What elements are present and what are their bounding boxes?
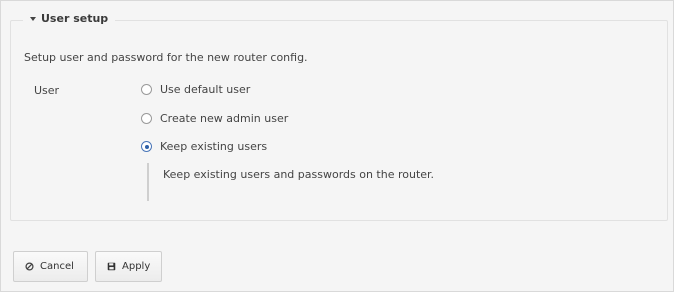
apply-button[interactable]: Apply xyxy=(95,251,162,282)
option-help-text: Keep existing users and passwords on the… xyxy=(163,168,435,181)
radio-use-default-user[interactable] xyxy=(141,84,152,95)
save-icon xyxy=(106,262,116,272)
option-keep-existing-users[interactable]: Keep existing users xyxy=(141,140,267,153)
radio-create-new-admin-user[interactable] xyxy=(141,113,152,124)
cancel-button[interactable]: Cancel xyxy=(13,251,88,282)
apply-button-label: Apply xyxy=(122,261,151,272)
user-field-label: User xyxy=(34,84,60,97)
caret-down-icon xyxy=(30,16,36,21)
radio-keep-existing-users[interactable] xyxy=(141,141,152,152)
user-setup-toggle[interactable]: User setup xyxy=(23,12,116,25)
option-label: Use default user xyxy=(160,83,251,96)
option-label: Keep existing users xyxy=(160,140,268,153)
option-label: Create new admin user xyxy=(160,112,289,125)
option-use-default-user[interactable]: Use default user xyxy=(141,83,250,96)
help-divider xyxy=(147,163,149,201)
option-create-new-admin-user[interactable]: Create new admin user xyxy=(141,112,288,125)
dialog-frame: User setup Setup user and password for t… xyxy=(0,0,674,292)
section-title: User setup xyxy=(41,12,109,25)
cancel-button-label: Cancel xyxy=(40,261,74,272)
section-description: Setup user and password for the new rout… xyxy=(24,51,308,64)
cancel-icon xyxy=(24,262,34,272)
